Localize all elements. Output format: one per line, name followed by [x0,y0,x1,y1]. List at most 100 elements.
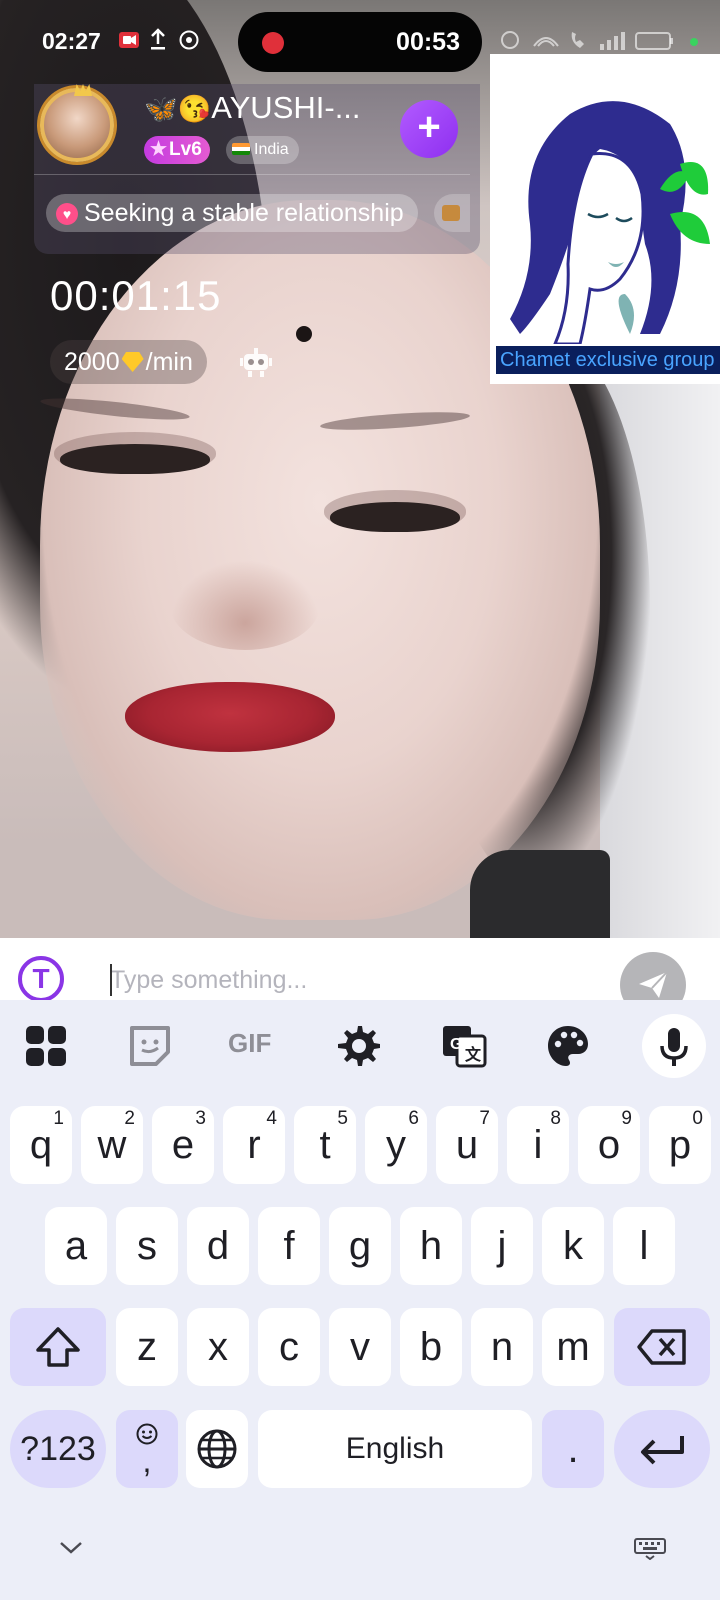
level-badge: ★ Lv6 [144,136,210,164]
key-t[interactable]: t5 [294,1106,356,1184]
key-e[interactable]: e3 [152,1106,214,1184]
key-label: z [137,1325,157,1369]
key-i[interactable]: i8 [507,1106,569,1184]
enter-icon [641,1436,684,1465]
tag-text: Seeking a stable relationship [84,199,404,227]
space-key[interactable]: English [258,1410,532,1488]
call-timer: 00:01:15 [50,272,222,319]
key-label: h [419,1224,443,1268]
nose-shape [170,560,320,650]
key-x[interactable]: x [187,1308,249,1386]
key-label: r [247,1123,261,1167]
key-y[interactable]: y6 [365,1106,427,1184]
key-number-hint: 6 [408,1108,419,1129]
key-label: g [348,1224,372,1268]
key-k[interactable]: k [542,1207,604,1285]
host-name-emoji: 🦋😘 [144,94,212,124]
key-s[interactable]: s [116,1207,178,1285]
key-f[interactable]: f [258,1207,320,1285]
clothing-shape [470,850,610,938]
key-w[interactable]: w2 [81,1106,143,1184]
tag-icon [442,205,460,221]
chevron-down-icon[interactable] [58,1538,84,1556]
recording-indicator[interactable]: 00:53 [238,12,482,72]
key-label: a [64,1224,88,1268]
key-m[interactable]: m [542,1308,604,1386]
apps-icon[interactable] [22,1022,70,1070]
key-n[interactable]: n [471,1308,533,1386]
globe-icon [197,1429,237,1469]
lips-shape [125,682,335,752]
diamond-icon [121,352,144,372]
translate-icon[interactable]: G 文 [440,1022,488,1070]
key-b[interactable]: b [400,1308,462,1386]
key-label: n [490,1325,514,1369]
bindi-shape [296,326,312,342]
screen-record-icon [118,30,140,55]
text-caret [110,964,112,996]
send-icon [639,971,668,998]
record-dot-icon [262,32,284,54]
key-label: o [597,1123,621,1167]
emoji-comma-key[interactable]: , [116,1410,178,1488]
symbols-key[interactable]: ?123 [10,1410,106,1488]
key-p[interactable]: p0 [649,1106,711,1184]
key-l[interactable]: l [613,1207,675,1285]
keyboard-switch-icon[interactable] [634,1538,666,1560]
relationship-tag: ♥ Seeking a stable relationship [46,194,418,232]
key-number-hint: 9 [621,1108,632,1129]
mic-icon [660,1028,688,1066]
follow-button[interactable]: + [400,100,458,158]
key-g[interactable]: g [329,1207,391,1285]
key-number-hint: 4 [266,1108,277,1129]
palette-icon[interactable] [544,1022,592,1070]
key-h[interactable]: h [400,1207,462,1285]
key-label: w [97,1123,127,1167]
heart-icon: ♥ [56,203,78,225]
host-name-text: AYUSHI-... [211,90,361,125]
promo-banner[interactable]: Chamet exclusive group [490,54,720,384]
eye-shape [330,502,460,532]
key-a[interactable]: a [45,1207,107,1285]
privacy-dot-icon [690,38,698,46]
settings-icon[interactable] [334,1022,382,1070]
period-key[interactable]: . [542,1410,604,1488]
key-j[interactable]: j [471,1207,533,1285]
key-number-hint: 7 [479,1108,490,1129]
key-label: s [137,1224,157,1268]
host-name[interactable]: 🦋😘AYUSHI-... [144,90,361,126]
shift-key[interactable] [10,1308,106,1386]
backspace-key[interactable] [614,1308,710,1386]
key-number-hint: 5 [337,1108,348,1129]
key-u[interactable]: u7 [436,1106,498,1184]
gif-button[interactable]: GIF [228,1028,284,1064]
language-key[interactable] [186,1410,248,1488]
key-q[interactable]: q1 [10,1106,72,1184]
enter-key[interactable] [614,1410,710,1488]
key-number-hint: 2 [124,1108,135,1129]
host-avatar[interactable] [40,84,114,162]
key-label: l [639,1224,649,1268]
key-label: c [279,1325,299,1369]
svg-text:G: G [450,1036,462,1053]
robot-icon[interactable] [238,344,274,380]
key-number-hint: 3 [195,1108,206,1129]
key-number-hint: 8 [550,1108,561,1129]
sticker-icon[interactable] [126,1022,174,1070]
key-o[interactable]: o9 [578,1106,640,1184]
key-r[interactable]: r4 [223,1106,285,1184]
status-time: 02:27 [42,28,101,54]
key-v[interactable]: v [329,1308,391,1386]
key-label: d [206,1224,230,1268]
key-label: e [171,1123,195,1167]
india-flag-icon [232,143,250,155]
voice-input-button[interactable] [642,1014,706,1078]
crown-icon [74,84,92,96]
key-label: x [208,1325,228,1369]
key-d[interactable]: d [187,1207,249,1285]
level-text: Lv6 [169,139,202,160]
translate-t-icon[interactable]: T [18,956,64,1002]
key-z[interactable]: z [116,1308,178,1386]
chat-input[interactable] [110,960,580,1000]
key-c[interactable]: c [258,1308,320,1386]
